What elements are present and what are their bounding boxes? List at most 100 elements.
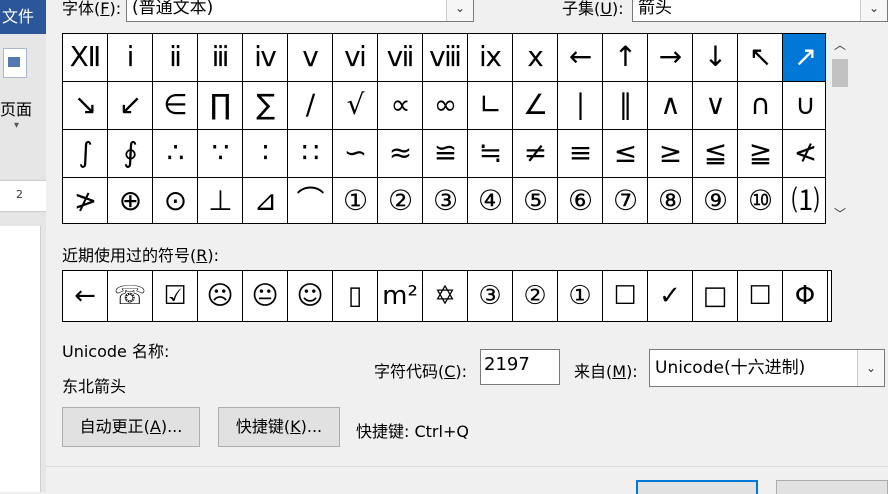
recent-symbol-cell[interactable]: ▯ bbox=[333, 271, 378, 321]
symbol-cell[interactable]: ⅴ bbox=[288, 34, 333, 82]
recent-symbol-cell[interactable]: ☑ bbox=[153, 271, 198, 321]
symbol-cell[interactable]: ∝ bbox=[378, 82, 423, 130]
symbol-cell[interactable]: ⑦ bbox=[603, 178, 648, 223]
symbol-cell[interactable]: ∟ bbox=[468, 82, 513, 130]
symbol-cell[interactable]: ∕ bbox=[288, 82, 333, 130]
recent-symbol-cell[interactable]: ☺ bbox=[288, 271, 333, 321]
symbol-cell[interactable]: ∽ bbox=[333, 130, 378, 178]
symbol-cell[interactable]: ↑ bbox=[603, 34, 648, 82]
chevron-down-icon[interactable]: ⌄ bbox=[860, 0, 887, 21]
symbol-cell[interactable]: √ bbox=[333, 82, 378, 130]
symbol-cell[interactable]: ∣ bbox=[558, 82, 603, 130]
char-code-input[interactable]: 2197 bbox=[480, 349, 560, 385]
symbol-cell[interactable]: ⅰ bbox=[108, 34, 153, 82]
symbol-cell[interactable]: ∠ bbox=[513, 82, 558, 130]
recent-symbol-cell[interactable]: Φ bbox=[783, 271, 828, 321]
symbol-cell[interactable]: ∈ bbox=[153, 82, 198, 130]
recent-symbol-cell[interactable]: ☏ bbox=[108, 271, 153, 321]
symbol-cell[interactable]: ⅳ bbox=[243, 34, 288, 82]
symbol-cell[interactable]: ≠ bbox=[513, 130, 558, 178]
symbol-cell[interactable]: ↖ bbox=[738, 34, 783, 82]
symbol-cell[interactable]: ⑩ bbox=[738, 178, 783, 223]
recent-symbol-cell[interactable]: ☐ bbox=[603, 271, 648, 321]
symbol-cell[interactable]: ∮ bbox=[108, 130, 153, 178]
symbol-cell[interactable]: ⅱ bbox=[153, 34, 198, 82]
symbol-cell[interactable]: ≈ bbox=[378, 130, 423, 178]
symbol-cell[interactable]: ∑ bbox=[243, 82, 288, 130]
recent-symbol-cell[interactable]: ✓ bbox=[648, 271, 693, 321]
recent-symbols-row[interactable]: ← ☏ ☑ ☹ 😐 ☺ ▯ m² ✡ ③ ② ① ☐ ✓ □ ☐ Φ bbox=[62, 270, 832, 322]
font-select[interactable]: (普通文本) ⌄ bbox=[126, 0, 474, 22]
symbol-cell[interactable]: ④ bbox=[468, 178, 513, 223]
scroll-up-icon[interactable]: ︿ bbox=[828, 35, 852, 55]
symbol-cell[interactable]: Ⅻ bbox=[63, 34, 108, 82]
symbol-cell[interactable]: ∞ bbox=[423, 82, 468, 130]
symbol-cell[interactable]: ∏ bbox=[198, 82, 243, 130]
symbol-cell[interactable]: ∶ bbox=[243, 130, 288, 178]
symbol-cell[interactable]: ∨ bbox=[693, 82, 738, 130]
recent-symbol-cell[interactable]: ✡ bbox=[423, 271, 468, 321]
symbol-cell[interactable]: ③ bbox=[423, 178, 468, 223]
symbol-cell[interactable]: ≤ bbox=[603, 130, 648, 178]
symbol-cell[interactable]: ≯ bbox=[63, 178, 108, 223]
symbol-cell[interactable]: ⅸ bbox=[468, 34, 513, 82]
symbol-cell[interactable]: ⊕ bbox=[108, 178, 153, 223]
symbol-cell[interactable]: ≡ bbox=[558, 130, 603, 178]
recent-symbol-cell[interactable]: ② bbox=[513, 271, 558, 321]
symbol-grid[interactable]: Ⅻⅰ ⅱ ⅲ ⅳ ⅴ ⅵ ⅶ ⅷ ⅸ ⅹ ← ↑ → ↓ ↖ ↗ ↘ ↙ ∈ ∏ ∑ ∕ √ ∝ ∞ ∟ ∠ ∣ ∥ ∧ ∨ ∩ ∪ ∫ ∮ ∴ ∵ ∶ ∷… bbox=[62, 33, 826, 224]
symbol-cell[interactable]: ∧ bbox=[648, 82, 693, 130]
symbol-cell[interactable]: ↙ bbox=[108, 82, 153, 130]
symbol-cell[interactable]: ∫ bbox=[63, 130, 108, 178]
symbol-cell[interactable]: ⊙ bbox=[153, 178, 198, 223]
symbol-cell[interactable]: ⑤ bbox=[513, 178, 558, 223]
symbol-cell[interactable]: ⑥ bbox=[558, 178, 603, 223]
recent-symbol-cell[interactable]: ① bbox=[558, 271, 603, 321]
symbol-cell[interactable]: ⑧ bbox=[648, 178, 693, 223]
symbol-cell[interactable]: ⅵ bbox=[333, 34, 378, 82]
shortcut-key-button[interactable]: 快捷键(K)... bbox=[218, 407, 340, 447]
symbol-cell[interactable]: ⅹ bbox=[513, 34, 558, 82]
autocorrect-button[interactable]: 自动更正(A)... bbox=[62, 407, 200, 447]
symbol-cell[interactable]: ⅲ bbox=[198, 34, 243, 82]
subset-select[interactable]: 箭头 ⌄ bbox=[632, 0, 888, 22]
recent-symbol-cell[interactable]: ☐ bbox=[738, 271, 783, 321]
symbol-cell[interactable]: ∥ bbox=[603, 82, 648, 130]
symbol-cell[interactable]: ∪ bbox=[783, 82, 825, 130]
symbol-cell[interactable]: ≧ bbox=[738, 130, 783, 178]
symbol-cell[interactable]: ⅶ bbox=[378, 34, 423, 82]
recent-symbol-cell[interactable]: □ bbox=[693, 271, 738, 321]
symbol-cell[interactable]: ⊿ bbox=[243, 178, 288, 223]
chevron-down-icon[interactable]: ⌄ bbox=[857, 350, 884, 386]
recent-symbol-cell[interactable]: 😐 bbox=[243, 271, 288, 321]
symbol-cell[interactable]: ∴ bbox=[153, 130, 198, 178]
recent-symbol-cell[interactable]: m² bbox=[378, 271, 423, 321]
symbol-cell[interactable]: ∩ bbox=[738, 82, 783, 130]
symbol-cell[interactable]: ∷ bbox=[288, 130, 333, 178]
symbol-cell[interactable]: ↘ bbox=[63, 82, 108, 130]
recent-symbol-cell[interactable]: ③ bbox=[468, 271, 513, 321]
recent-symbol-cell[interactable]: ☹ bbox=[198, 271, 243, 321]
document-icon[interactable] bbox=[3, 48, 27, 78]
page-label[interactable]: 页面 bbox=[0, 96, 32, 120]
symbol-cell[interactable]: ≦ bbox=[693, 130, 738, 178]
symbol-cell[interactable]: ≒ bbox=[468, 130, 513, 178]
symbol-cell[interactable]: ← bbox=[558, 34, 603, 82]
symbol-cell[interactable]: ① bbox=[333, 178, 378, 223]
symbol-cell[interactable]: → bbox=[648, 34, 693, 82]
scrollbar-thumb[interactable] bbox=[832, 59, 848, 87]
symbol-grid-scrollbar[interactable]: ︿ ﹀ bbox=[828, 33, 852, 224]
symbol-cell[interactable]: ⑨ bbox=[693, 178, 738, 223]
symbol-cell[interactable]: ⌒ bbox=[288, 178, 333, 223]
chevron-down-icon[interactable]: ▾ bbox=[14, 120, 19, 131]
recent-symbol-cell[interactable]: ← bbox=[63, 271, 108, 321]
symbol-cell[interactable]: ② bbox=[378, 178, 423, 223]
scroll-down-icon[interactable]: ﹀ bbox=[828, 204, 852, 224]
symbol-cell[interactable]: ≥ bbox=[648, 130, 693, 178]
symbol-cell[interactable]: ↓ bbox=[693, 34, 738, 82]
symbol-cell[interactable]: ↗ bbox=[783, 34, 825, 82]
from-select[interactable]: Unicode(十六进制) ⌄ bbox=[649, 349, 885, 387]
symbol-cell[interactable]: ⑴ bbox=[783, 178, 825, 223]
file-tab[interactable]: 文件 bbox=[0, 0, 46, 34]
symbol-cell[interactable]: ≮ bbox=[783, 130, 825, 178]
symbol-cell[interactable]: ⅷ bbox=[423, 34, 468, 82]
